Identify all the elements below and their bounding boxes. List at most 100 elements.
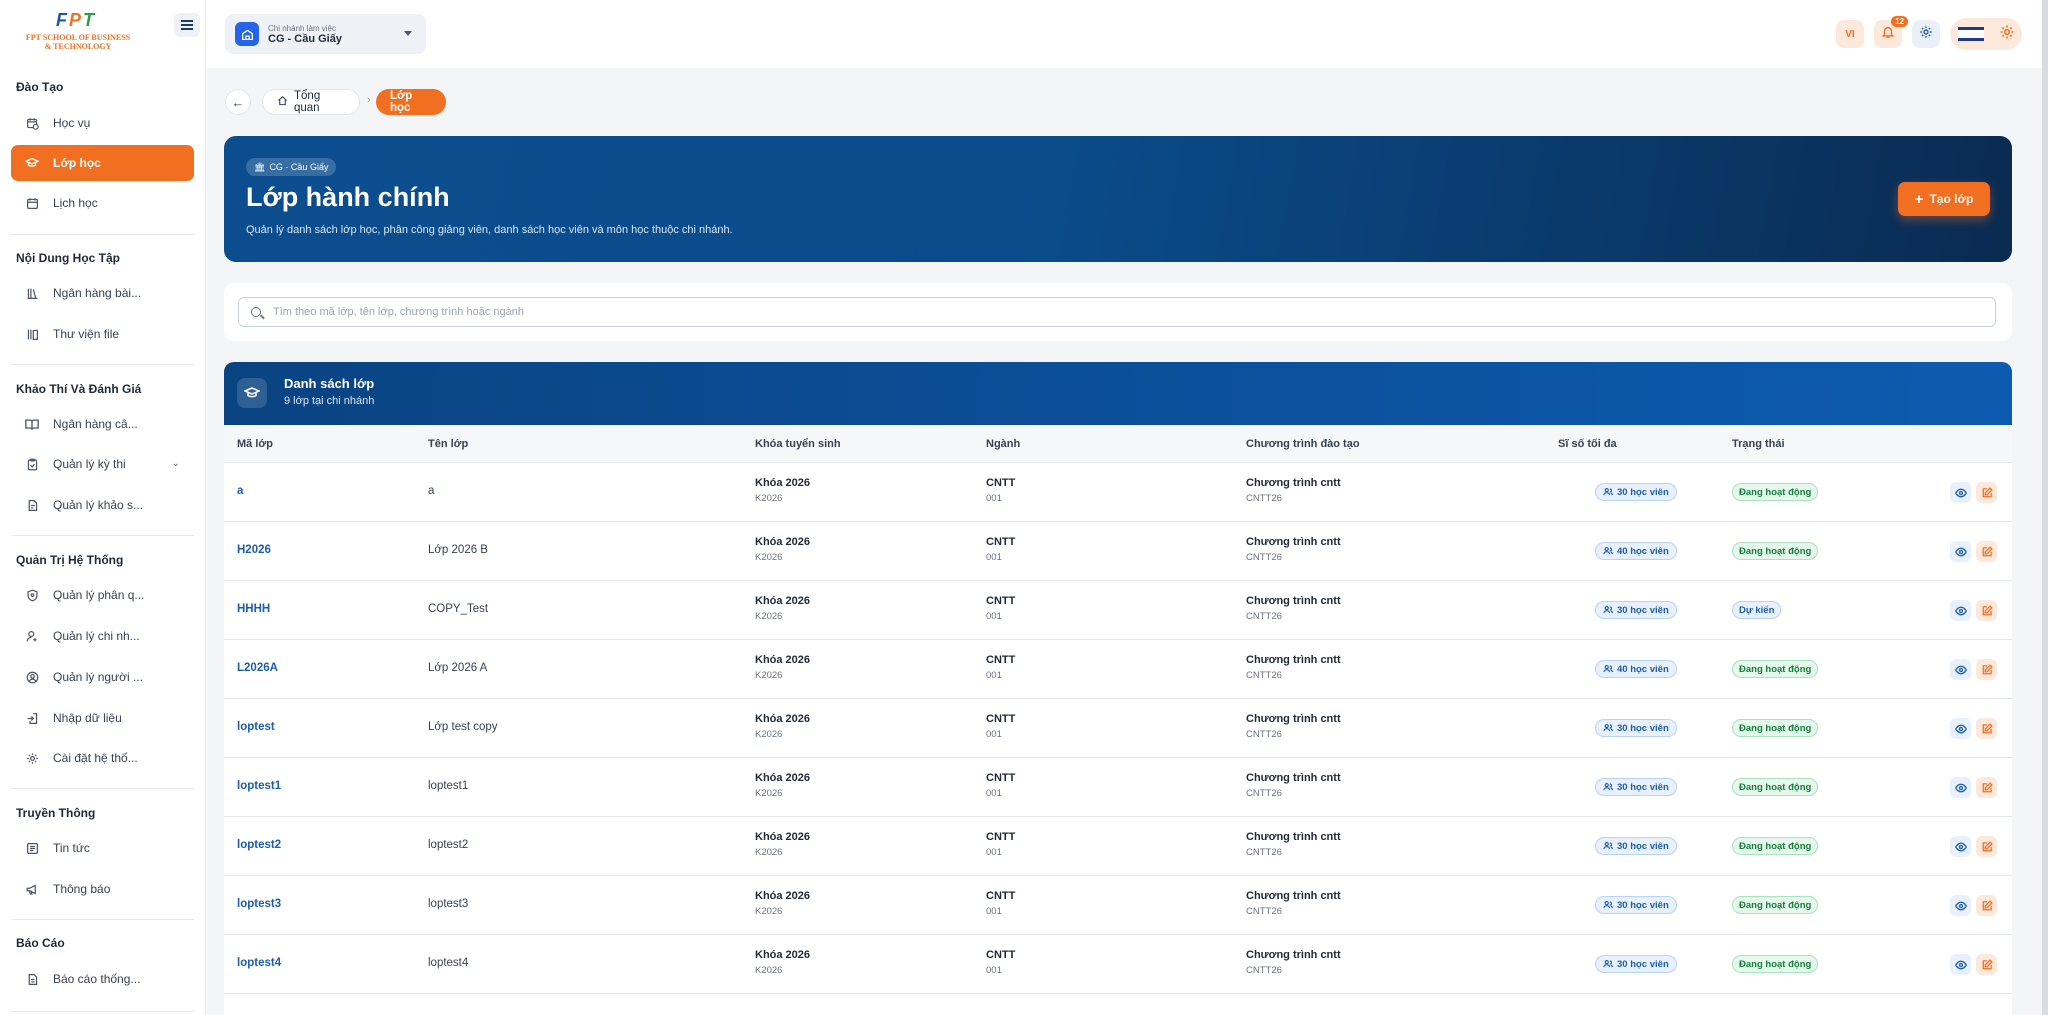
column-header[interactable]: Sĩ số tối đa [1558, 438, 1617, 450]
column-header[interactable]: Trạng thái [1732, 438, 1785, 450]
sidebar-item-quan-ly-chi-nhanh[interactable]: Quản lý chi nh... [11, 618, 194, 654]
table-row[interactable]: HHHH COPY_Test Khóa 2026 K2026 CNTT 001 Chương… [224, 581, 2012, 640]
search-box[interactable] [238, 297, 1996, 327]
table-row[interactable]: L2026A Lớp 2026 A Khóa 2026 K2026 CNTT 001 Chư… [224, 640, 2012, 699]
major-cell: CNTT 001 [986, 477, 1015, 504]
edit-button[interactable] [1976, 600, 1997, 621]
shield-icon [25, 588, 39, 602]
divider [11, 788, 194, 789]
breadcrumb-home[interactable]: Tổng quan [262, 89, 360, 115]
sidebar-item-ngan-hang-bai[interactable]: Ngân hàng bài... [11, 275, 194, 311]
program-code: CNTT26 [1246, 493, 1282, 504]
sidebar-item-hoc-vu[interactable]: Học vụ [11, 105, 194, 141]
school-name-line: & TECHNOLOGY [44, 42, 112, 51]
status-badge: Đang hoạt động [1732, 837, 1819, 855]
major-code: 001 [986, 729, 1002, 740]
menu-toggle-button[interactable] [174, 13, 200, 37]
column-header[interactable]: Chương trình đào tạo [1246, 438, 1360, 450]
sidebar-item-quan-ly-nguoi-dung[interactable]: Quản lý người ... [11, 659, 194, 695]
view-button[interactable] [1950, 659, 1971, 680]
app-root: F P T FPT SCHOOL OF BUSINESS & TECHNOLOG… [0, 0, 2048, 1015]
user-menu[interactable] [1950, 18, 2022, 50]
major-name: CNTT [986, 713, 1016, 725]
major-name: CNTT [986, 831, 1016, 843]
chevron-down-icon: ⌄ [171, 458, 180, 469]
fpt-logo[interactable]: F P T FPT SCHOOL OF BUSINESS & TECHNOLOG… [16, 10, 140, 58]
class-code-link[interactable]: loptest3 [237, 898, 281, 910]
back-button[interactable]: ← [225, 89, 251, 115]
sidebar-item-bao-cao-thong-ke[interactable]: Báo cáo thống... [11, 961, 194, 997]
column-header[interactable]: Khóa tuyển sinh [755, 438, 841, 450]
edit-icon [1982, 840, 1993, 851]
edit-button[interactable] [1976, 541, 1997, 562]
sidebar-item-thong-bao[interactable]: Thông báo [11, 871, 194, 907]
settings-button[interactable] [1912, 20, 1940, 48]
branch-selector[interactable]: Chi nhánh làm việc CG - Cầu Giấy [225, 14, 426, 54]
sidebar-item-cai-dat-he-thong[interactable]: Cài đặt hệ thố... [11, 740, 194, 776]
sidebar-item-lop-hoc[interactable]: Lớp học [11, 145, 194, 181]
view-button[interactable] [1950, 777, 1971, 798]
major-name: CNTT [986, 890, 1016, 902]
view-button[interactable] [1950, 954, 1971, 975]
view-button[interactable] [1950, 541, 1971, 562]
intake-code: K2026 [755, 788, 783, 799]
language-button[interactable]: VI [1836, 20, 1864, 48]
major-name: CNTT [986, 536, 1016, 548]
edit-button[interactable] [1976, 718, 1997, 739]
eye-icon [1954, 547, 1967, 556]
sidebar-item-quan-ly-phan-quyen[interactable]: Quản lý phân q... [11, 577, 194, 613]
class-code-link[interactable]: loptest1 [237, 780, 281, 792]
sidebar-item-lich-hoc[interactable]: Lịch học [11, 185, 194, 221]
class-code-link[interactable]: L2026A [237, 662, 278, 674]
edit-button[interactable] [1976, 954, 1997, 975]
class-code-link[interactable]: loptest4 [237, 957, 281, 969]
capacity-badge: 40 học viên [1595, 660, 1677, 678]
table-row[interactable]: loptest1 loptest1 Khóa 2026 K2026 CNTT 001 Chư… [224, 758, 2012, 817]
column-header[interactable]: Ngành [986, 438, 1020, 450]
sidebar-item-quan-ly-khao-sat[interactable]: Quản lý khảo s... [11, 487, 194, 523]
eye-icon [1954, 783, 1967, 792]
column-header[interactable]: Tên lớp [428, 438, 468, 450]
intake-code: K2026 [755, 847, 783, 858]
users-icon [1603, 783, 1613, 791]
notification-button[interactable]: 12 [1874, 16, 1908, 48]
table-row[interactable]: loptest3 loptest3 Khóa 2026 K2026 CNTT 001 Chư… [224, 876, 2012, 935]
class-code-link[interactable]: loptest2 [237, 839, 281, 851]
class-code-link[interactable]: HHHH [237, 603, 270, 615]
view-button[interactable] [1950, 718, 1971, 739]
edit-icon [1982, 663, 1993, 674]
program-cell: Chương trình cntt CNTT26 [1246, 772, 1341, 799]
edit-button[interactable] [1976, 777, 1997, 798]
capacity-badge: 30 học viên [1595, 719, 1677, 737]
view-button[interactable] [1950, 600, 1971, 621]
section-title: Nội Dung Học Tập [16, 251, 120, 265]
class-code-link[interactable]: H2026 [237, 544, 271, 556]
class-code-link[interactable]: loptest [237, 721, 275, 733]
sidebar-item-ngan-hang-cau[interactable]: Ngân hàng câ... [11, 406, 194, 442]
sidebar: F P T FPT SCHOOL OF BUSINESS & TECHNOLOG… [0, 0, 206, 1015]
sidebar-item-thu-vien-file[interactable]: Thư viện file [11, 316, 194, 352]
create-class-button[interactable]: + Tạo lớp [1898, 182, 1990, 216]
view-button[interactable] [1950, 482, 1971, 503]
view-button[interactable] [1950, 836, 1971, 857]
program-cell: Chương trình cntt CNTT26 [1246, 949, 1341, 976]
edit-button[interactable] [1976, 659, 1997, 680]
intake-code: K2026 [755, 906, 783, 917]
sidebar-item-nhap-du-lieu[interactable]: Nhập dữ liệu [11, 700, 194, 736]
view-button[interactable] [1950, 895, 1971, 916]
column-header[interactable]: Mã lớp [237, 438, 273, 450]
sidebar-item-quan-ly-ky-thi[interactable]: Quản lý kỳ thi ⌄ [11, 446, 194, 482]
edit-button[interactable] [1976, 895, 1997, 916]
search-input[interactable] [273, 306, 1973, 318]
table-row[interactable]: loptest4 loptest4 Khóa 2026 K2026 CNTT 001 Chư… [224, 935, 2012, 994]
scrollbar[interactable] [2042, 0, 2048, 1015]
sidebar-item-tin-tuc[interactable]: Tin tức [11, 830, 194, 866]
class-code-link[interactable]: a [237, 485, 243, 497]
table-row[interactable]: loptest Lớp test copy Khóa 2026 K2026 CNTT 00… [224, 699, 2012, 758]
edit-button[interactable] [1976, 836, 1997, 857]
table-row[interactable]: a a Khóa 2026 K2026 CNTT 001 Chương trình cntt… [224, 463, 2012, 522]
table-row[interactable]: loptest2 loptest2 Khóa 2026 K2026 CNTT 001 Chư… [224, 817, 2012, 876]
hamburger-icon [181, 24, 193, 26]
edit-button[interactable] [1976, 482, 1997, 503]
table-row[interactable]: H2026 Lớp 2026 B Khóa 2026 K2026 CNTT 001 Chươ… [224, 522, 2012, 581]
